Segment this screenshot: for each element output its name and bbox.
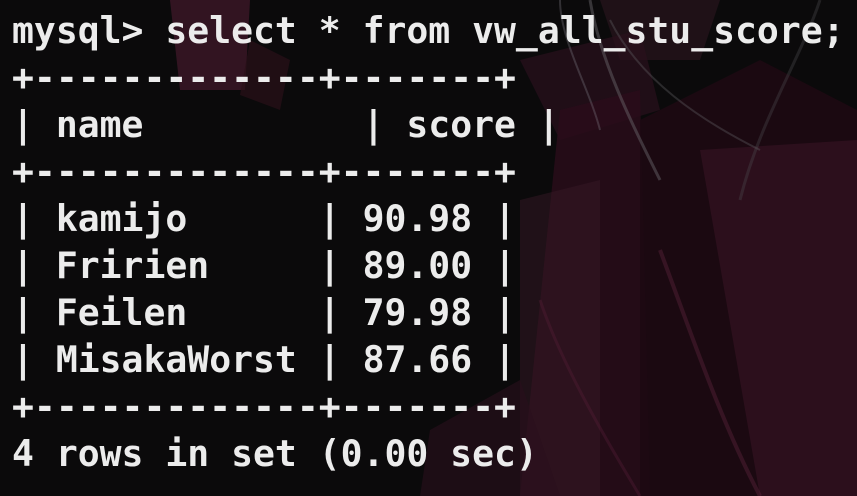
table-row: | Feilen | 79.98 | <box>12 291 516 334</box>
result-summary: 4 rows in set (0.00 sec) <box>12 432 538 475</box>
column-header-name: name <box>55 103 144 146</box>
table-row: | MisakaWorst | 87.66 | <box>12 338 516 381</box>
sql-command: select * from vw_all_stu_score; <box>165 9 845 52</box>
column-header-score: score <box>406 103 516 146</box>
cell-score: 90.98 <box>362 197 473 240</box>
mysql-prompt: mysql> <box>12 9 144 52</box>
table-border-header: +-------------+-------+ <box>12 150 516 193</box>
table-header-row: | name | score | <box>12 103 560 146</box>
terminal-output: mysql> select * from vw_all_stu_score; +-… <box>12 7 845 477</box>
table-border-bottom: +-------------+-------+ <box>12 385 516 428</box>
cell-score: 79.98 <box>362 291 473 334</box>
terminal-window[interactable]: mysql> select * from vw_all_stu_score; +-… <box>0 0 857 496</box>
table-row: | kamijo | 90.98 | <box>12 197 516 240</box>
cell-name: Feilen <box>55 291 188 334</box>
table-row: | Fririen | 89.00 | <box>12 244 516 287</box>
cell-name: MisakaWorst <box>55 338 297 381</box>
table-border-top: +-------------+-------+ <box>12 56 516 99</box>
cell-name: kamijo <box>55 197 188 240</box>
cell-score: 89.00 <box>362 244 473 287</box>
command-line: mysql> select * from vw_all_stu_score; <box>12 7 845 54</box>
cell-name: Fririen <box>55 244 210 287</box>
cell-score: 87.66 <box>362 338 473 381</box>
